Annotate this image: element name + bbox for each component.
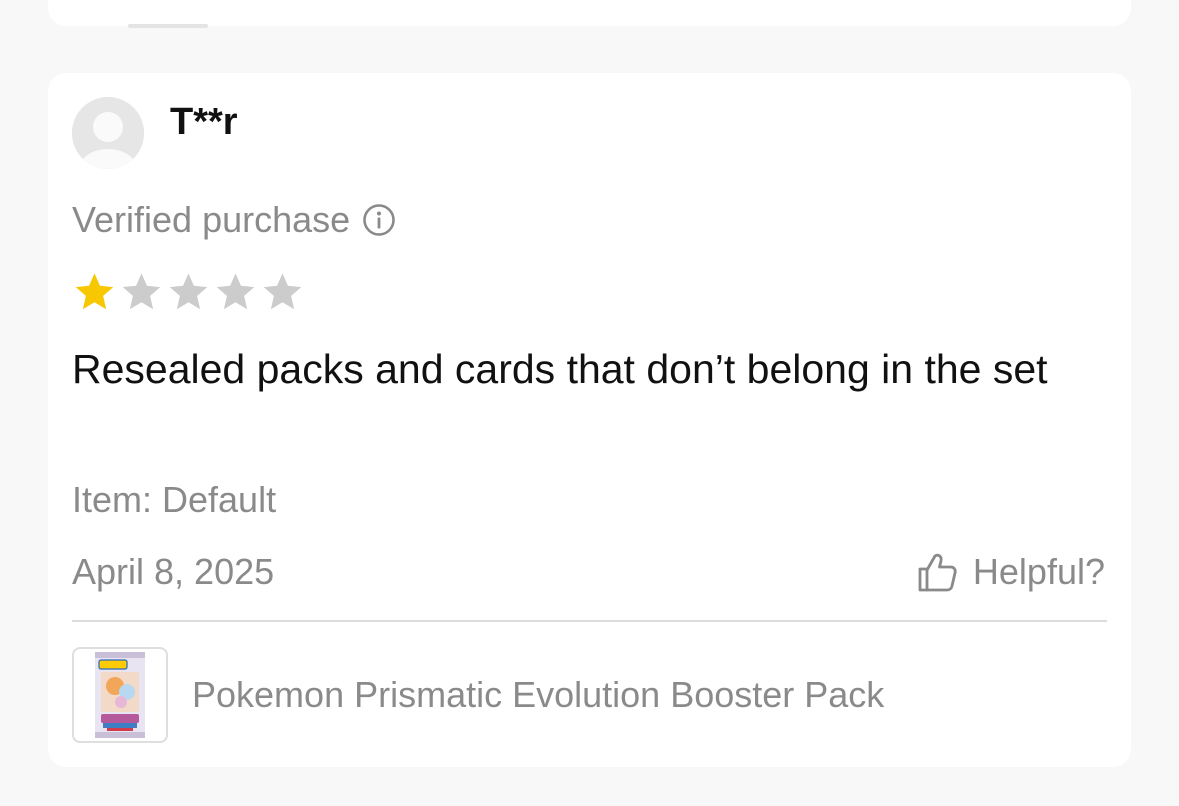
star-filled-icon: [72, 270, 117, 315]
star-empty-icon: [166, 270, 211, 315]
thumbs-up-icon: [918, 553, 957, 592]
reviewer-name: T**r: [170, 101, 238, 143]
review-list: T**r Verified purchase Resealed packs an…: [0, 0, 1179, 806]
verified-purchase-label: Verified purchase: [72, 199, 351, 240]
info-circle-icon[interactable]: [362, 203, 396, 237]
item-variant: Item: Default: [72, 479, 277, 520]
product-link[interactable]: Pokemon Prismatic Evolution Booster Pack: [72, 647, 1107, 743]
divider: [72, 620, 1107, 622]
star-empty-icon: [119, 270, 164, 315]
previous-card-element: [128, 24, 208, 28]
helpful-label: Helpful?: [972, 551, 1105, 592]
star-empty-icon: [260, 270, 305, 315]
star-rating: [72, 269, 305, 315]
product-name: Pokemon Prismatic Evolution Booster Pack: [192, 674, 885, 715]
helpful-button[interactable]: Helpful?: [915, 549, 1105, 595]
review-card: T**r Verified purchase Resealed packs an…: [48, 73, 1131, 767]
review-date: April 8, 2025: [72, 551, 275, 592]
user-silhouette-icon: [72, 97, 144, 169]
verified-purchase: Verified purchase: [72, 199, 396, 240]
review-text: Resealed packs and cards that don’t belo…: [72, 346, 1048, 392]
previous-review-card: [48, 0, 1131, 28]
avatar: [72, 97, 144, 169]
product-thumbnail: [72, 647, 168, 743]
booster-pack-image: [95, 652, 145, 738]
star-empty-icon: [213, 270, 258, 315]
